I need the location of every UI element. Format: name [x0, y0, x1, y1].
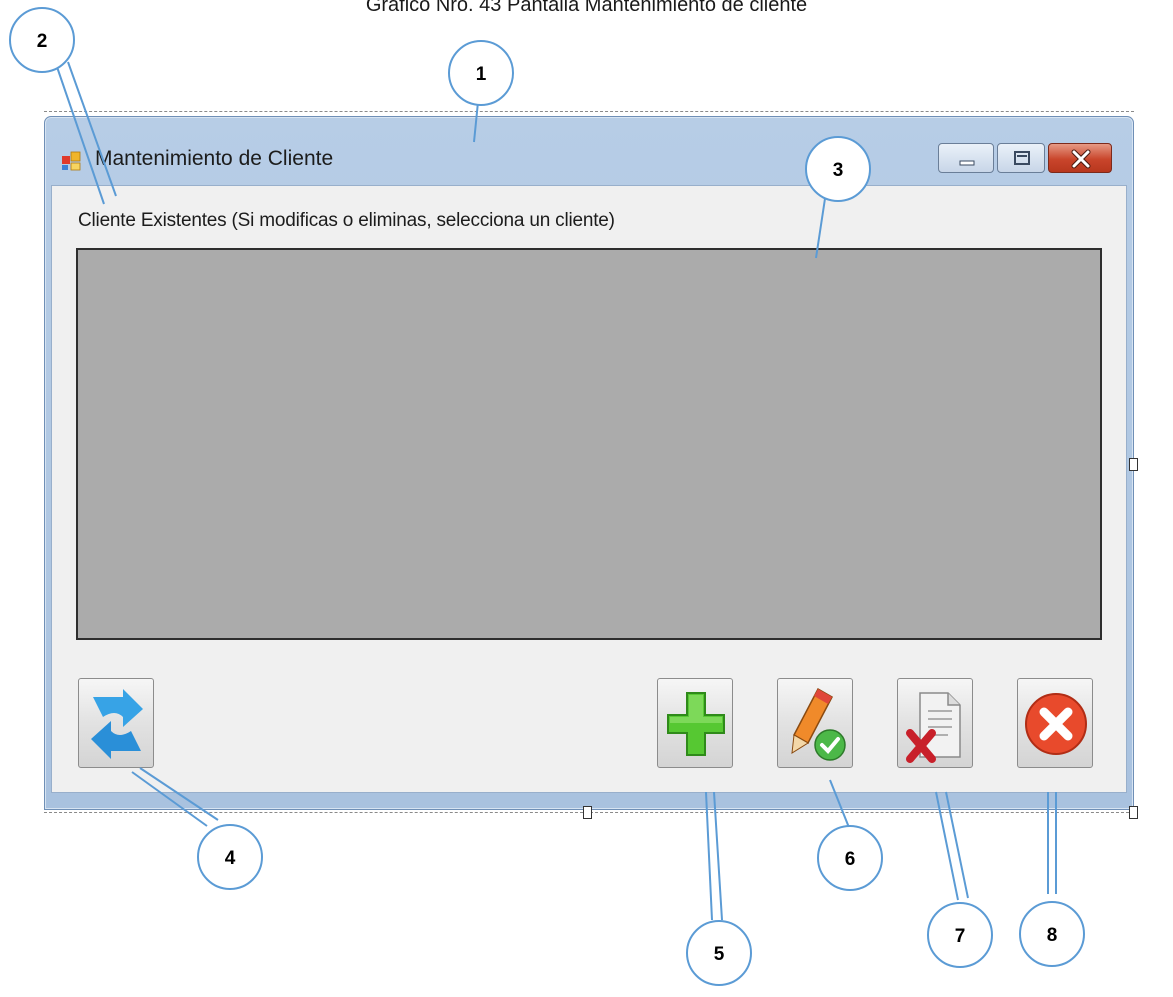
- callout-3-number: 3: [833, 160, 844, 181]
- callout-overlay: 1 2 3 4 5 6 7 8: [9, 7, 1085, 986]
- callout-4-number: 4: [225, 848, 236, 869]
- callout-5-pointer: [705, 791, 713, 921]
- callout-8-number: 8: [1047, 925, 1058, 946]
- callout-2-number: 2: [37, 31, 48, 52]
- callout-3-pointer: [815, 191, 827, 259]
- callout-6-pointer: [829, 779, 851, 831]
- callout-7-pointer: [935, 791, 959, 901]
- callout-4-pointer-b: [139, 767, 219, 821]
- callout-5-pointer-b: [713, 791, 723, 921]
- callout-4-pointer: [131, 771, 208, 827]
- callout-7-number: 7: [955, 926, 966, 947]
- callout-2-pointer-b: [67, 61, 117, 197]
- callout-7-pointer-b: [945, 791, 969, 899]
- callout-2-pointer: [55, 63, 105, 205]
- callout-1-number: 1: [476, 64, 487, 85]
- callout-5-number: 5: [714, 944, 725, 965]
- callout-1-pointer: [473, 101, 479, 143]
- callout-6-number: 6: [845, 849, 856, 870]
